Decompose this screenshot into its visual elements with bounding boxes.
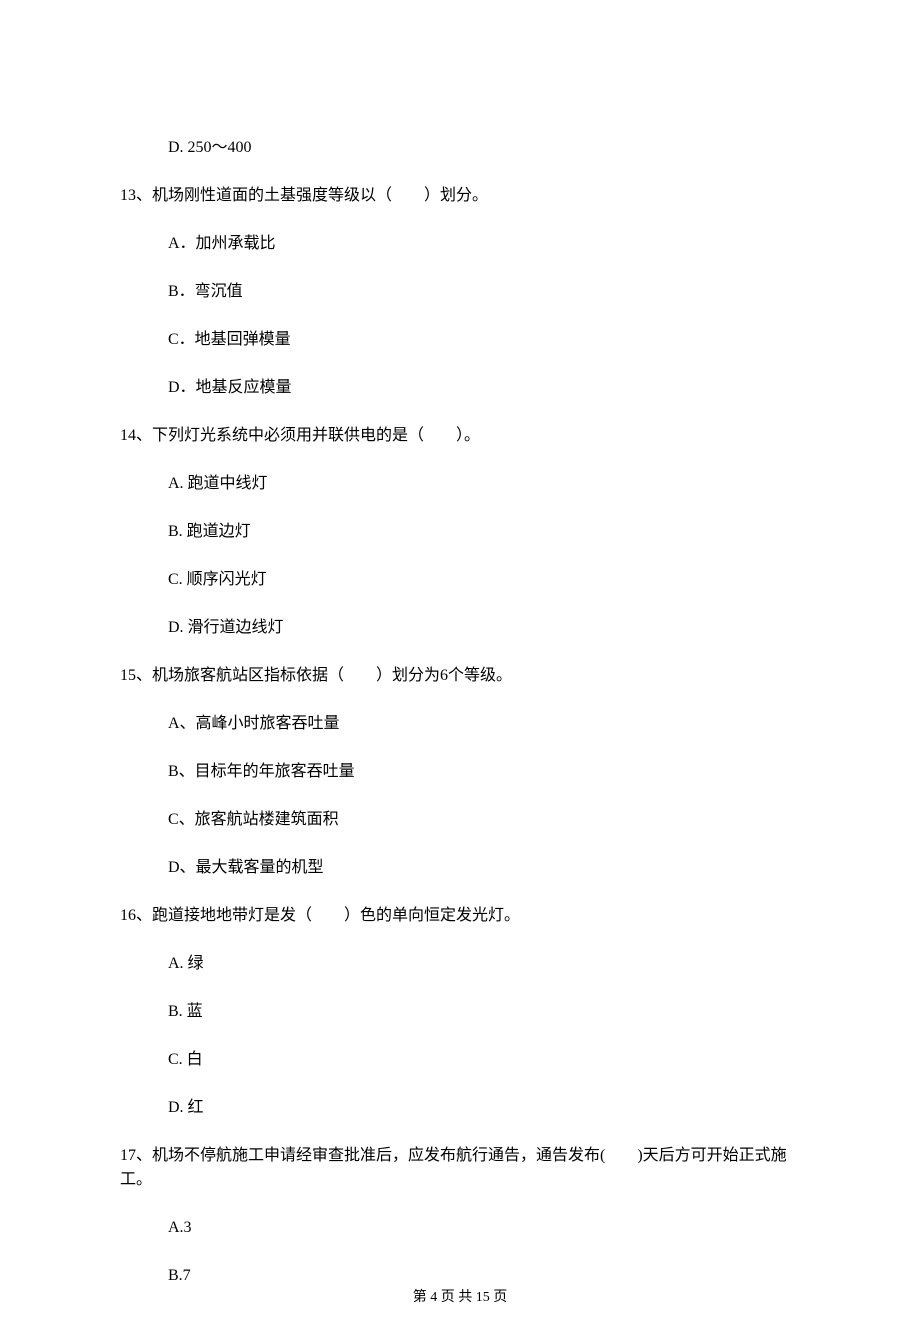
question-16-option-b: B. 蓝 [120, 1000, 800, 1024]
question-17-option-b: B.7 [120, 1264, 800, 1288]
question-13-option-c: C．地基回弹模量 [120, 328, 800, 352]
page: D. 250～400 13、机场刚性道面的土基强度等级以（ ）划分。 A．加州承… [0, 0, 920, 1342]
question-16-option-a: A. 绿 [120, 952, 800, 976]
question-16-stem: 16、跑道接地地带灯是发（ ）色的单向恒定发光灯。 [120, 904, 800, 928]
page-footer: 第 4 页 共 15 页 [0, 1287, 920, 1308]
question-17-option-a: A.3 [120, 1216, 800, 1240]
question-17-stem: 17、机场不停航施工申请经审查批准后，应发布航行通告，通告发布( )天后方可开始… [120, 1144, 800, 1192]
question-13-option-b: B．弯沉值 [120, 280, 800, 304]
question-13-option-a: A．加州承载比 [120, 232, 800, 256]
question-15-option-a: A、高峰小时旅客吞吐量 [120, 712, 800, 736]
question-16-option-c: C. 白 [120, 1048, 800, 1072]
prev-question-option-d: D. 250～400 [120, 136, 800, 160]
question-16-option-d: D. 红 [120, 1096, 800, 1120]
question-14-option-d: D. 滑行道边线灯 [120, 616, 800, 640]
question-14-option-b: B. 跑道边灯 [120, 520, 800, 544]
question-14-option-c: C. 顺序闪光灯 [120, 568, 800, 592]
question-15-option-c: C、旅客航站楼建筑面积 [120, 808, 800, 832]
question-14-option-a: A. 跑道中线灯 [120, 472, 800, 496]
question-14-stem: 14、下列灯光系统中必须用并联供电的是（ ）。 [120, 424, 800, 448]
question-13-option-d: D．地基反应模量 [120, 376, 800, 400]
question-15-stem: 15、机场旅客航站区指标依据（ ）划分为6个等级。 [120, 664, 800, 688]
question-13-stem: 13、机场刚性道面的土基强度等级以（ ）划分。 [120, 184, 800, 208]
question-15-option-b: B、目标年的年旅客吞吐量 [120, 760, 800, 784]
question-15-option-d: D、最大载客量的机型 [120, 856, 800, 880]
